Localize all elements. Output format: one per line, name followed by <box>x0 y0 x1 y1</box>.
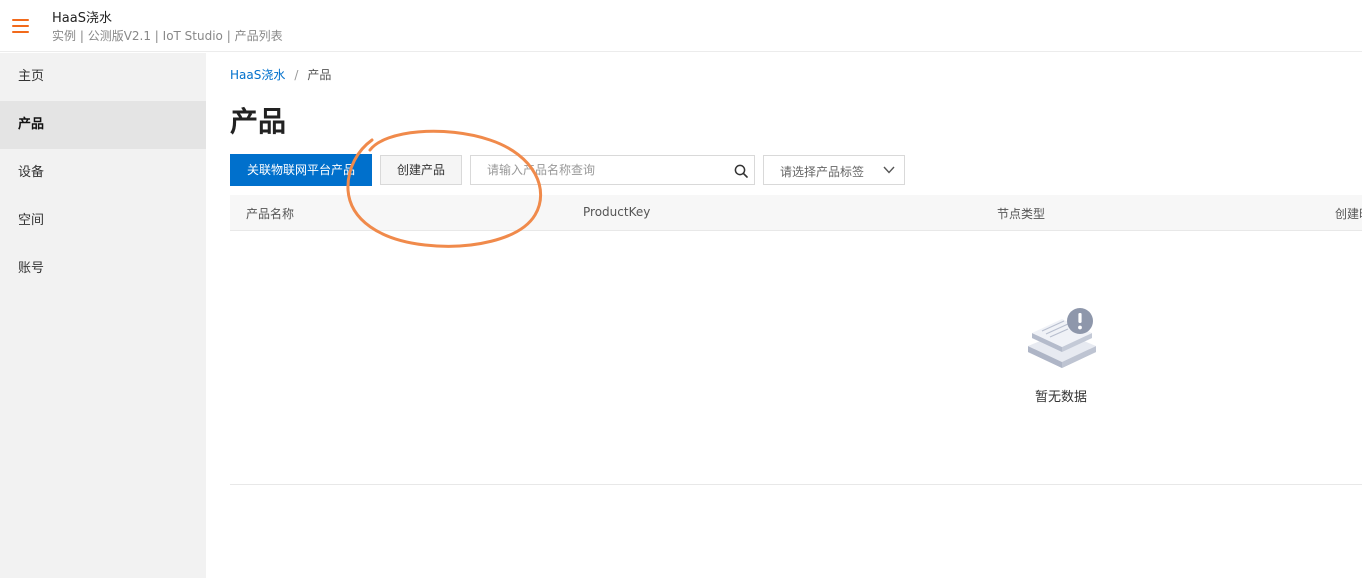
breadcrumb-separator: / <box>294 68 299 82</box>
column-header-created-time: 创建时 <box>1335 207 1362 221</box>
breadcrumb-project-link[interactable]: HaaS浇水 <box>230 68 285 82</box>
product-search-input[interactable] <box>471 156 721 184</box>
breadcrumb-current: 产品 <box>307 68 332 82</box>
product-tag-select[interactable]: 请选择产品标签 <box>763 155 905 185</box>
column-header-product-key: ProductKey <box>583 205 651 219</box>
top-bar: HaaS浇水 实例 | 公测版V2.1 | IoT Studio | 产品列表 <box>0 0 1362 52</box>
tag-select-placeholder: 请选择产品标签 <box>780 165 865 179</box>
sidebar-item-devices[interactable]: 设备 <box>0 149 206 197</box>
table-divider <box>230 484 1362 485</box>
header-subtitle: 实例 | 公测版V2.1 | IoT Studio | 产品列表 <box>52 27 283 44</box>
column-header-product-name: 产品名称 <box>246 207 295 221</box>
table-header: 产品名称 ProductKey 节点类型 创建时 <box>230 195 1362 231</box>
instance-label: 实例 | <box>52 29 84 43</box>
hamburger-icon[interactable] <box>12 19 29 34</box>
version-studio-label: 公测版V2.1 | IoT Studio | 产品列表 <box>87 29 283 43</box>
chevron-down-icon <box>883 166 895 174</box>
search-icon[interactable] <box>734 164 748 178</box>
page-title: 产品 <box>230 105 287 138</box>
sidebar-item-spaces[interactable]: 空间 <box>0 197 206 245</box>
column-header-node-type: 节点类型 <box>997 207 1046 221</box>
app-title: HaaS浇水 <box>52 11 112 26</box>
sidebar-item-account[interactable]: 账号 <box>0 245 206 293</box>
link-iot-product-button[interactable]: 关联物联网平台产品 <box>230 154 372 186</box>
product-search-box <box>470 155 755 185</box>
sidebar-item-home[interactable]: 主页 <box>0 53 206 101</box>
empty-state-text: 暂无数据 <box>1035 390 1088 405</box>
create-product-button[interactable]: 创建产品 <box>380 155 462 185</box>
breadcrumb: HaaS浇水 / 产品 <box>230 66 331 83</box>
sidebar: 主页 产品 设备 空间 账号 <box>0 53 206 578</box>
sidebar-item-products[interactable]: 产品 <box>0 101 206 149</box>
empty-data-icon <box>1028 308 1096 368</box>
